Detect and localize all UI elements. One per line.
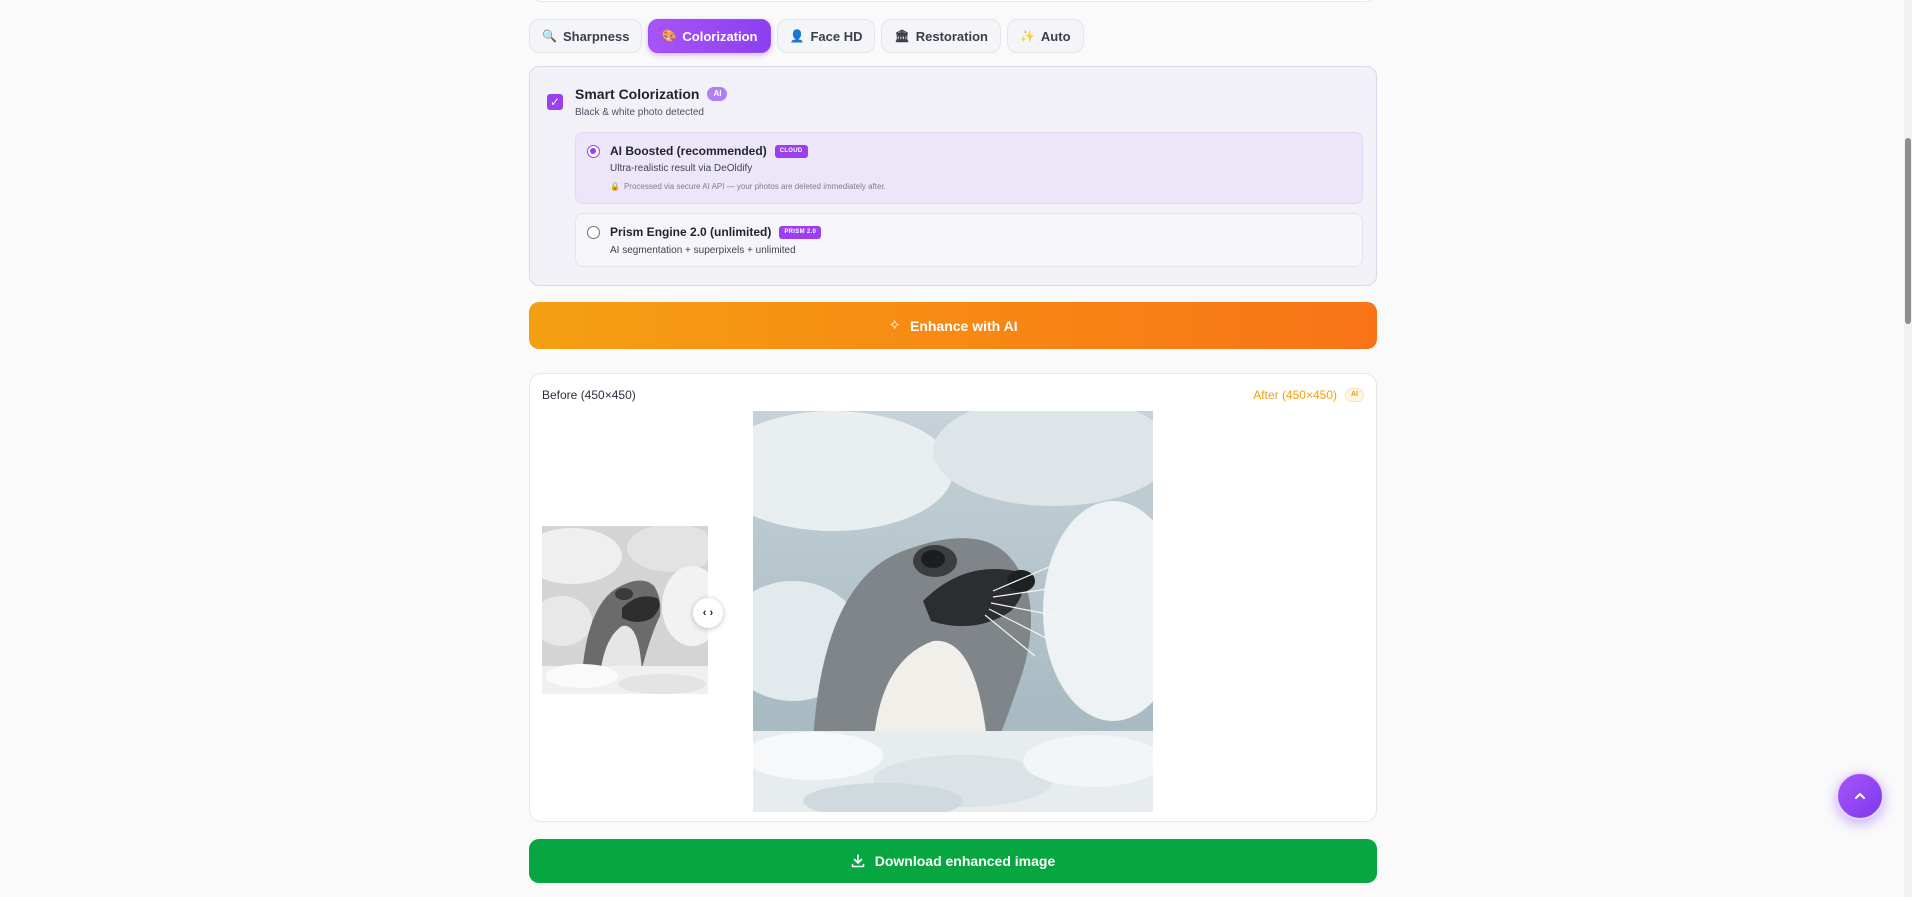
- download-icon: [851, 854, 865, 868]
- scroll-to-top-button[interactable]: [1836, 772, 1884, 820]
- cloud-tag: CLOUD: [774, 144, 808, 158]
- before-image: [542, 526, 708, 694]
- sparkles-icon: ✨: [1019, 29, 1035, 43]
- prism-engine-description: AI segmentation + superpixels + unlimite…: [610, 245, 796, 256]
- magnifier-icon: 🔍: [542, 29, 557, 43]
- after-image: [753, 411, 1153, 812]
- scrollbar-thumb[interactable]: [1905, 138, 1911, 324]
- prism-tag: PRISM 2.0: [779, 225, 822, 239]
- ai-boosted-title: AI Boosted (recommended) CLOUD: [610, 144, 808, 158]
- enhancement-tabs: 🔍 Sharpness 🎨 Colorization 👤 Face HD 🏛 R…: [529, 19, 1084, 53]
- privacy-note: Processed via secure AI API — your photo…: [623, 182, 886, 191]
- after-header: After (450×450) AI: [1253, 388, 1364, 402]
- previous-card-edge: [529, 0, 1377, 2]
- ai-badge: AI: [707, 87, 728, 101]
- colorization-panel: ✓ Smart Colorization AI Black & white ph…: [529, 66, 1377, 286]
- after-seal-photo: [753, 411, 1153, 812]
- after-ai-badge: AI: [1345, 388, 1364, 402]
- museum-icon: 🏛: [894, 29, 910, 43]
- tab-label: Sharpness: [562, 28, 630, 44]
- enhance-button[interactable]: ✧ Enhance with AI: [529, 302, 1377, 349]
- tab-sharpness[interactable]: 🔍 Sharpness: [529, 19, 643, 53]
- tab-face-hd[interactable]: 👤 Face HD: [776, 19, 876, 53]
- option-prism-engine[interactable]: Prism Engine 2.0 (unlimited) PRISM 2.0 A…: [575, 213, 1363, 267]
- chevron-up-icon: [1855, 793, 1865, 799]
- tab-label: Colorization: [682, 28, 758, 44]
- ai-boosted-label: AI Boosted (recommended): [610, 144, 767, 158]
- smart-colorization-label: Smart Colorization: [575, 86, 700, 102]
- tab-restoration[interactable]: 🏛 Restoration: [881, 19, 1001, 53]
- ai-boosted-radio[interactable]: [587, 145, 600, 158]
- tab-label: Face HD: [810, 28, 863, 44]
- prism-engine-radio[interactable]: [587, 226, 600, 239]
- ai-boosted-note: 🔒 Processed via secure AI API — your pho…: [610, 182, 886, 191]
- after-label: After (450×450): [1253, 388, 1337, 402]
- before-seal-photo: [542, 526, 708, 694]
- palette-icon: 🎨: [661, 29, 677, 43]
- prism-engine-title: Prism Engine 2.0 (unlimited) PRISM 2.0: [610, 225, 822, 239]
- smart-colorization-subtitle: Black & white photo detected: [575, 107, 704, 118]
- person-icon: 👤: [789, 29, 805, 43]
- tab-label: Auto: [1040, 28, 1071, 44]
- tab-colorization[interactable]: 🎨 Colorization: [648, 19, 771, 53]
- download-button-label: Download enhanced image: [874, 853, 1056, 869]
- option-ai-boosted[interactable]: AI Boosted (recommended) CLOUD Ultra-rea…: [575, 132, 1363, 204]
- comparison-card: Before (450×450) After (450×450) AI ‹ ›: [529, 373, 1377, 822]
- enhance-button-label: Enhance with AI: [909, 317, 1018, 334]
- smart-colorization-checkbox[interactable]: ✓: [547, 94, 563, 110]
- page-scrollbar[interactable]: [1904, 0, 1912, 897]
- tab-label: Restoration: [915, 28, 988, 44]
- tab-auto[interactable]: ✨ Auto: [1006, 19, 1084, 53]
- smart-colorization-title: Smart Colorization AI: [575, 86, 728, 102]
- prism-engine-label: Prism Engine 2.0 (unlimited): [610, 225, 772, 239]
- compare-slider-handle[interactable]: ‹ ›: [693, 598, 723, 628]
- lock-icon: 🔒: [610, 182, 620, 191]
- sparkle-icon: ✧: [888, 317, 901, 334]
- download-button[interactable]: Download enhanced image: [529, 839, 1377, 883]
- before-label: Before (450×450): [542, 388, 636, 402]
- ai-boosted-description: Ultra-realistic result via DeOldify: [610, 163, 753, 174]
- page: 🔍 Sharpness 🎨 Colorization 👤 Face HD 🏛 R…: [0, 0, 1912, 897]
